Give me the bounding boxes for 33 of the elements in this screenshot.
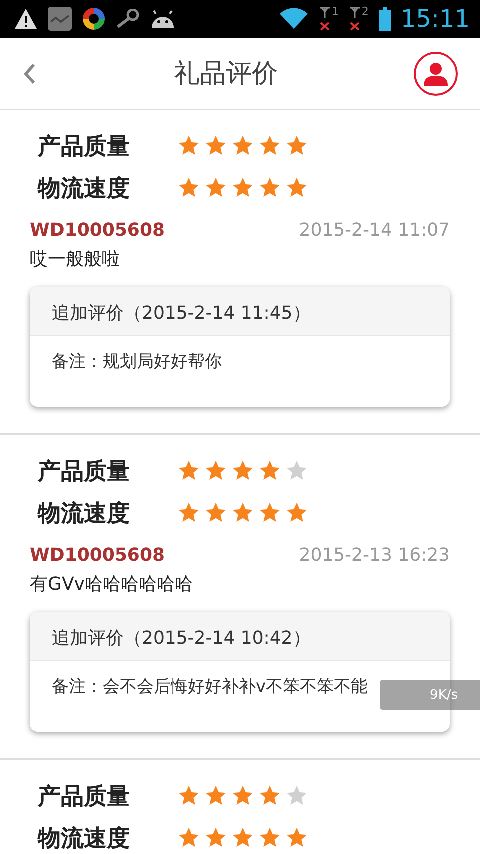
rating-label: 产品质量 (38, 782, 130, 812)
profile-button[interactable] (414, 52, 458, 96)
order-number: WD10005608 (30, 220, 165, 241)
back-icon (22, 62, 38, 86)
followup-note: 备注：规划局好好帮你 (51, 351, 223, 374)
review-comment: 有GVv哈哈哈哈哈哈 (30, 573, 194, 596)
wifi-icon (278, 8, 309, 30)
review-date: 2015-2-13 16:23 (299, 545, 450, 566)
rating-label: 物流速度 (38, 824, 130, 854)
signal-off-icon (318, 6, 331, 32)
chart-icon (48, 7, 72, 31)
signal-off-icon (348, 6, 361, 32)
warning-icon (14, 8, 38, 30)
back-button[interactable] (22, 62, 38, 86)
review-comment: 哎一般般啦 (30, 248, 121, 271)
sim-label: 2 (362, 6, 369, 18)
person-icon (423, 60, 449, 86)
followup-title: 追加评价（2015-2-14 11:45） (30, 287, 450, 336)
sim-label: 1 (332, 6, 339, 18)
review-date: 2015-2-14 11:07 (299, 220, 450, 241)
network-speed-overlay: 9K/s (380, 680, 480, 710)
followup-title: 追加评价（2015-2-14 10:42） (30, 612, 450, 661)
page-title: 礼品评价 (174, 58, 278, 91)
rating-label: 物流速度 (38, 174, 130, 204)
rating-label: 产品质量 (38, 132, 130, 162)
app-icon (82, 7, 106, 31)
rating-label: 物流速度 (38, 500, 130, 528)
rating-label: 产品质量 (38, 458, 130, 486)
followup-note: 备注：会不会后悔好好补补v不笨不笨不能 (51, 676, 370, 699)
clock: 15:11 (400, 5, 470, 33)
order-number: WD10005608 (30, 545, 165, 566)
battery-icon (378, 7, 391, 31)
robot-icon (150, 9, 176, 29)
